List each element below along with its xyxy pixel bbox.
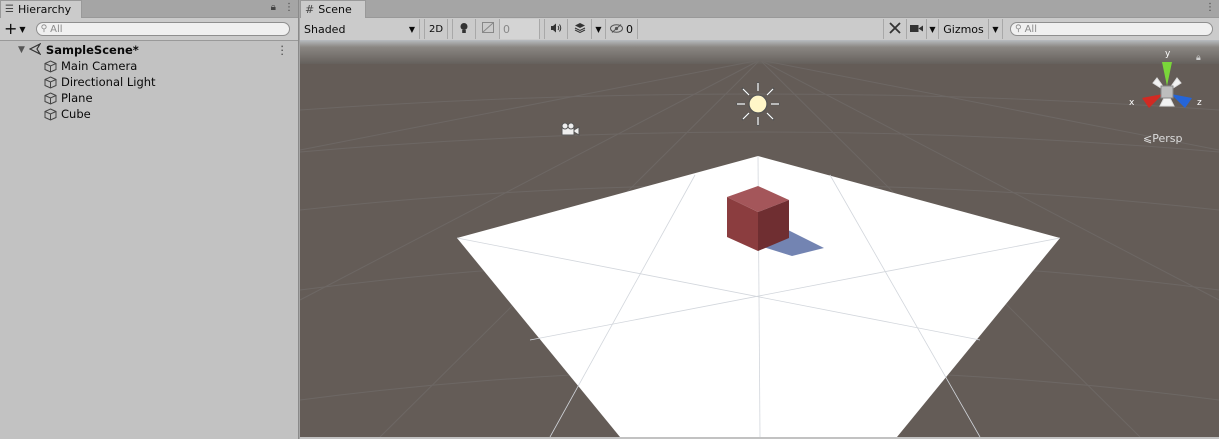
- image-effects-icon: [481, 22, 494, 36]
- scene-tab-icons: ⋮: [1205, 2, 1215, 13]
- tab-scene-label: Scene: [318, 3, 352, 16]
- effects-toggle[interactable]: [568, 19, 592, 39]
- hierarchy-toolbar: + ▼ ⚲ All: [0, 18, 298, 41]
- gizmos-label: Gizmos: [943, 22, 984, 36]
- hierarchy-tree: ▼ SampleScene* ⋮ Main Camera Directional…: [0, 41, 298, 122]
- hierarchy-tab-bar: ☰ Hierarchy 🔒︎ ⋮: [0, 0, 298, 18]
- scene-search-input[interactable]: ⚲ All: [1010, 22, 1213, 36]
- camera-settings-button[interactable]: [907, 19, 927, 39]
- scene-search-placeholder: All: [1024, 23, 1037, 35]
- hierarchy-item-main-camera[interactable]: Main Camera: [0, 58, 298, 74]
- gizmos-button[interactable]: Gizmos: [939, 19, 989, 39]
- grid-hash-icon: #: [305, 3, 315, 16]
- more-menu-icon[interactable]: ⋮: [284, 2, 294, 13]
- tab-hierarchy-label: Hierarchy: [17, 3, 72, 16]
- scene-tools-button[interactable]: [883, 19, 907, 39]
- scene-menu-icon[interactable]: ⋮: [277, 43, 289, 57]
- hierarchy-item-label: Main Camera: [61, 59, 138, 73]
- hierarchy-item-plane[interactable]: Plane: [0, 90, 298, 106]
- add-icon[interactable]: +: [4, 21, 17, 37]
- scene-name: SampleScene*: [45, 43, 139, 57]
- shading-mode-dropdown[interactable]: Shaded ▼: [300, 19, 420, 39]
- toggle-2d-label: 2D: [428, 23, 444, 35]
- viewport-canvas: y x z ⩽Persp 🔒︎: [300, 40, 1219, 437]
- speaker-icon: [550, 23, 562, 36]
- hierarchy-item-directional-light[interactable]: Directional Light: [0, 74, 298, 90]
- list-icon: ☰: [5, 4, 14, 15]
- search-icon: ⚲: [40, 24, 48, 34]
- gizmo-y-label: y: [1165, 49, 1171, 59]
- projection-text: Persp: [1152, 132, 1182, 145]
- fx-value: 0: [503, 22, 510, 36]
- tab-hierarchy[interactable]: ☰ Hierarchy: [0, 0, 82, 18]
- search-icon: ⚲: [1015, 24, 1022, 34]
- hierarchy-panel: ☰ Hierarchy 🔒︎ ⋮ + ▼ ⚲ All ▼ SampleScene…: [0, 0, 299, 439]
- chevron-down-icon: ▼: [595, 24, 602, 34]
- lock-icon[interactable]: 🔒︎: [271, 2, 276, 13]
- projection-label[interactable]: ⩽Persp: [1143, 132, 1182, 145]
- effects-dropdown[interactable]: ▼: [592, 19, 606, 39]
- hierarchy-item-label: Plane: [61, 91, 93, 105]
- scene-panel: # Scene ⋮ Shaded ▼ 2D 0 ▼ 0 ▼ Gizmos ▼ ⚲…: [300, 0, 1219, 439]
- shading-mode-value: Shaded: [304, 22, 346, 36]
- fx-toggle[interactable]: [476, 19, 500, 39]
- unity-scene-icon: [28, 42, 42, 58]
- gameobject-icon: [44, 75, 57, 89]
- layers-icon: [574, 22, 586, 36]
- tools-icon: [889, 21, 901, 37]
- hidden-objects-toggle[interactable]: 0: [606, 19, 638, 39]
- gameobject-icon: [44, 91, 57, 105]
- foldout-arrow-icon[interactable]: ▼: [18, 45, 25, 55]
- hierarchy-search-input[interactable]: ⚲ All: [35, 22, 290, 36]
- audio-toggle[interactable]: [544, 19, 568, 39]
- eye-slash-icon: [610, 23, 623, 36]
- hierarchy-tab-icons: 🔒︎ ⋮: [271, 2, 294, 13]
- scene-toolbar: Shaded ▼ 2D 0 ▼ 0 ▼ Gizmos ▼ ⚲ All: [300, 18, 1219, 41]
- scene-tab-bar: # Scene ⋮: [300, 0, 1219, 18]
- hierarchy-item-cube[interactable]: Cube: [0, 106, 298, 122]
- toggle-2d-button[interactable]: 2D: [424, 19, 448, 39]
- gameobject-icon: [44, 107, 57, 121]
- camera-settings-dropdown[interactable]: ▼: [927, 19, 939, 39]
- lightbulb-icon: [459, 22, 469, 37]
- scene-viewport[interactable]: y x z ⩽Persp 🔒︎: [300, 40, 1219, 437]
- chevron-down-icon[interactable]: ▼: [19, 25, 25, 34]
- gizmo-lock-icon[interactable]: 🔒︎: [1196, 53, 1201, 63]
- hierarchy-item-label: Cube: [61, 107, 91, 121]
- chevron-down-icon: ▼: [992, 24, 999, 34]
- lighting-toggle[interactable]: [452, 19, 476, 39]
- gizmo-z-label: z: [1197, 98, 1202, 108]
- fx-value-field[interactable]: 0: [500, 19, 540, 39]
- gameobject-icon: [44, 59, 57, 73]
- directional-light-gizmo[interactable]: [736, 82, 780, 126]
- more-menu-icon[interactable]: ⋮: [1205, 2, 1215, 13]
- scene-row[interactable]: ▼ SampleScene* ⋮: [0, 42, 298, 58]
- hidden-count: 0: [626, 22, 633, 36]
- tab-scene[interactable]: # Scene: [300, 0, 366, 18]
- chevron-down-icon: ▼: [408, 24, 415, 34]
- gizmo-x-label: x: [1129, 98, 1135, 108]
- gizmos-dropdown[interactable]: ▼: [989, 19, 1003, 39]
- video-camera-icon: [910, 23, 923, 36]
- hierarchy-search-placeholder: All: [50, 23, 63, 35]
- hierarchy-item-label: Directional Light: [61, 75, 156, 89]
- chevron-down-icon: ▼: [929, 24, 936, 34]
